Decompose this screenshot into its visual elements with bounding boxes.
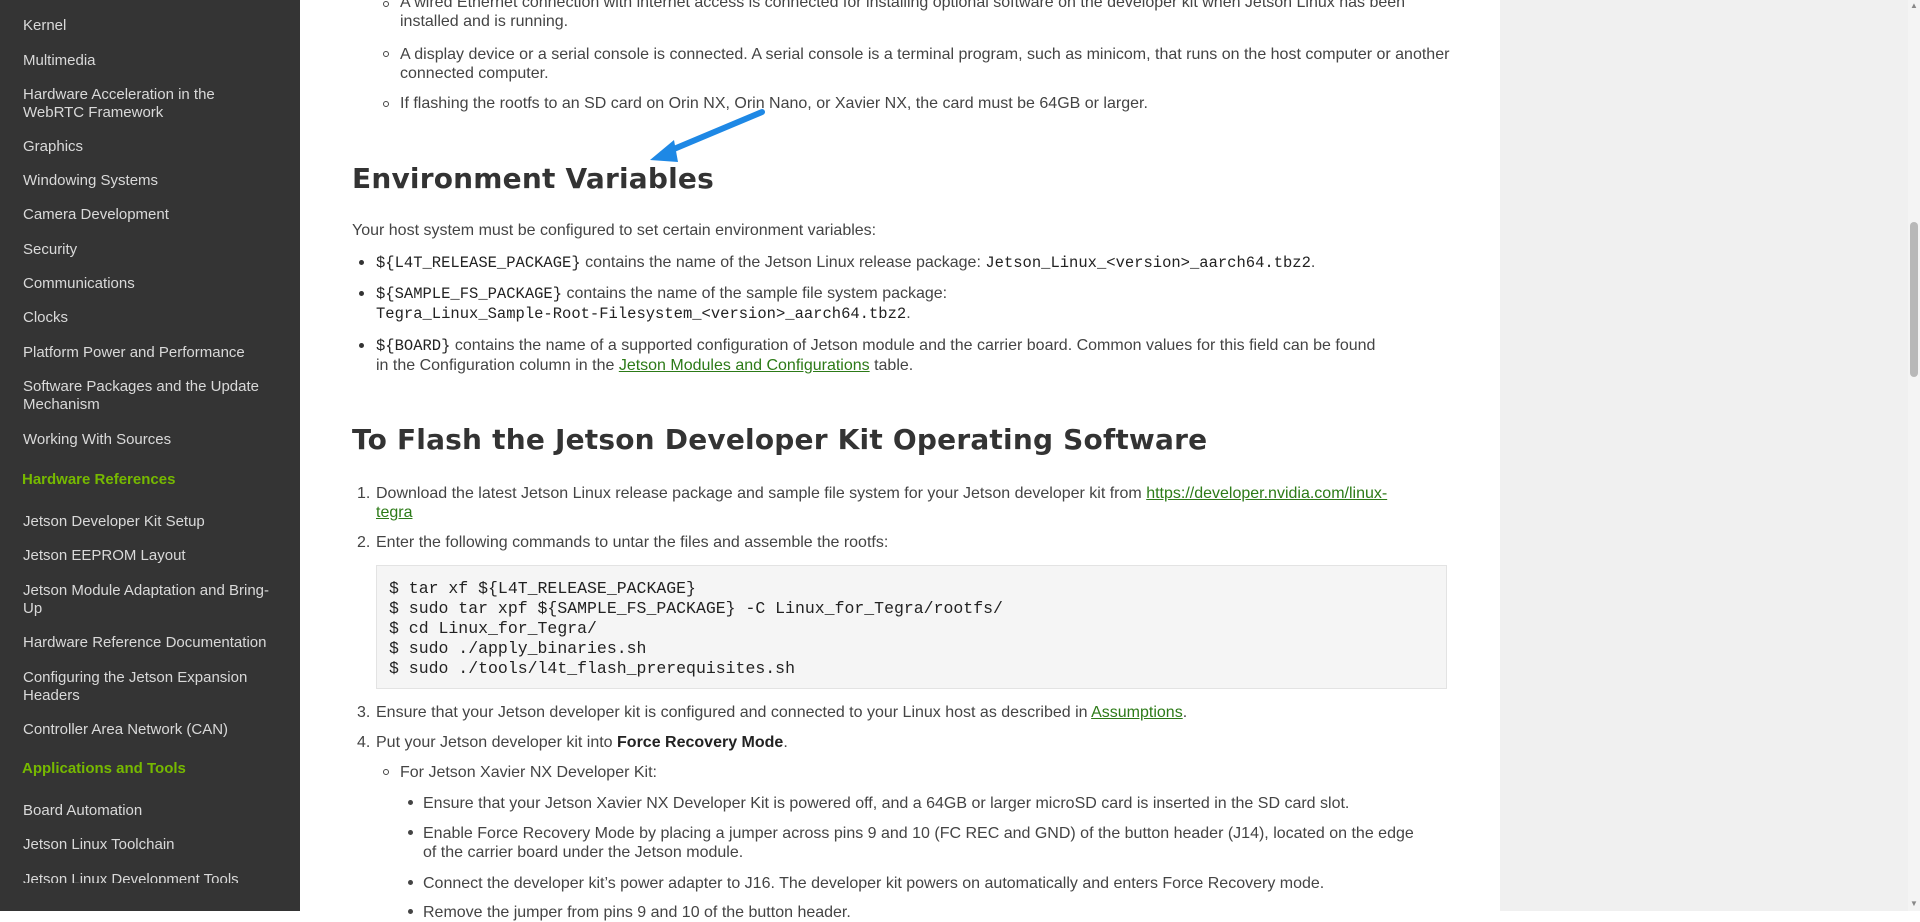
sidebar-item-toolchain[interactable]: Jetson Linux Toolchain	[23, 836, 283, 854]
step-1: Download the latest Jetson Linux release…	[376, 484, 1456, 522]
step-number: 1.	[357, 485, 371, 502]
sidebar-nav: Kernel Multimedia Hardware Acceleration …	[0, 0, 300, 911]
code-line: $ sudo ./tools/l4t_flash_prerequisites.s…	[389, 659, 795, 678]
sidebar-item-graphics[interactable]: Graphics	[23, 138, 283, 156]
bullet-marker	[359, 343, 364, 348]
section-heading-flash: To Flash the Jetson Developer Kit Operat…	[352, 423, 1208, 456]
sidebar-item-expansion-headers[interactable]: Configuring the Jetson Expansion Headers	[23, 669, 273, 705]
sidebar-item-sources[interactable]: Working With Sources	[23, 431, 283, 449]
list-item: ${L4T_RELEASE_PACKAGE} contains the name…	[376, 253, 1315, 273]
list-item: A display device or a serial console is …	[400, 46, 1450, 82]
sidebar-item-dev-tools[interactable]: Jetson Linux Development Tools	[23, 871, 283, 883]
sidebar-heading-hardware[interactable]: Hardware References	[22, 471, 282, 489]
env-var-value: Tegra_Linux_Sample-Root-Filesystem_<vers…	[376, 305, 907, 323]
bullet-marker	[383, 1, 389, 7]
page-scrollbar[interactable]: ▲ ▼	[1908, 0, 1920, 911]
bullet-marker	[408, 830, 413, 835]
scroll-thumb[interactable]	[1910, 222, 1918, 377]
bullet-marker	[408, 800, 413, 805]
bullet-marker	[383, 51, 389, 57]
bullet-marker	[359, 260, 364, 265]
list-item: Enable Force Recovery Mode by placing a …	[423, 825, 1414, 842]
step-text: Download the latest Jetson Linux release…	[376, 485, 1147, 502]
sidebar-heading-applications[interactable]: Applications and Tools	[22, 760, 282, 778]
step-4: Put your Jetson developer kit into Force…	[376, 733, 788, 752]
code-line: $ sudo tar xpf ${SAMPLE_FS_PACKAGE} -C L…	[389, 599, 1003, 618]
punct: table.	[869, 357, 914, 374]
env-var-value: Jetson_Linux_<version>_aarch64.tbz2	[985, 254, 1311, 272]
bullet-marker	[408, 909, 413, 914]
list-item: Remove the jumper from pins 9 and 10 of …	[423, 904, 851, 921]
bullet-marker	[408, 880, 413, 885]
punct: .	[906, 305, 911, 322]
sidebar-item-camera[interactable]: Camera Development	[23, 206, 283, 224]
step-3: Ensure that your Jetson developer kit is…	[376, 703, 1187, 722]
code-line: $ tar xf ${L4T_RELEASE_PACKAGE}	[389, 579, 696, 598]
sidebar-item-module-adaptation[interactable]: Jetson Module Adaptation and Bring-Up	[23, 582, 288, 618]
assumptions-link[interactable]: Assumptions	[1091, 704, 1183, 721]
sidebar-item-software-packages[interactable]: Software Packages and the Update Mechani…	[23, 378, 273, 414]
step-number: 2.	[357, 534, 371, 551]
sidebar-item-eeprom[interactable]: Jetson EEPROM Layout	[23, 547, 283, 565]
list-item: Ensure that your Jetson Xavier NX Develo…	[423, 795, 1350, 812]
scroll-down-icon[interactable]: ▼	[1910, 900, 1918, 908]
sidebar-item-windowing[interactable]: Windowing Systems	[23, 172, 283, 190]
step-text: Put your Jetson developer kit into	[376, 734, 618, 751]
env-var-code: ${BOARD}	[376, 337, 451, 355]
punct: .	[1182, 704, 1188, 721]
sidebar-item-communications[interactable]: Communications	[23, 275, 283, 293]
env-var-desc: contains the name of the sample file sys…	[562, 285, 948, 302]
sidebar-item-kernel[interactable]: Kernel	[23, 17, 283, 35]
sidebar-item-devkit-setup[interactable]: Jetson Developer Kit Setup	[23, 513, 283, 531]
code-line: $ cd Linux_for_Tegra/	[389, 619, 597, 638]
sidebar-item-multimedia[interactable]: Multimedia	[23, 52, 283, 70]
code-line: $ sudo ./apply_binaries.sh	[389, 639, 647, 658]
sidebar-item-board-automation[interactable]: Board Automation	[23, 802, 283, 820]
env-var-desc: contains the name of a supported configu…	[450, 337, 1376, 354]
env-var-desc: in the Configuration column in the	[376, 357, 619, 374]
main-content: A wired Ethernet connection with interne…	[352, 0, 1452, 921]
list-item: A wired Ethernet connection with interne…	[400, 0, 1406, 30]
list-item: ${SAMPLE_FS_PACKAGE} contains the name o…	[376, 284, 1436, 324]
bullet-marker	[359, 291, 364, 296]
step-2-text: Enter the following commands to untar th…	[376, 534, 889, 551]
env-var-code: ${L4T_RELEASE_PACKAGE}	[376, 254, 581, 272]
bullet-marker	[383, 769, 389, 775]
step-number: 4.	[357, 734, 371, 751]
sidebar-item-hw-reference-docs[interactable]: Hardware Reference Documentation	[23, 634, 283, 652]
env-intro-text: Your host system must be configured to s…	[352, 222, 877, 239]
sidebar-item-webrtc[interactable]: Hardware Acceleration in the WebRTC Fram…	[23, 86, 243, 122]
code-block[interactable]: $ tar xf ${L4T_RELEASE_PACKAGE} $ sudo t…	[376, 565, 1447, 689]
right-margin-pane	[1500, 0, 1908, 911]
list-item: Connect the developer kit’s power adapte…	[423, 875, 1325, 892]
sidebar-item-can[interactable]: Controller Area Network (CAN)	[23, 721, 283, 739]
nvidia-linux-tegra-link[interactable]: https://developer.nvidia.com/linux-	[1146, 485, 1387, 502]
step-text: Ensure that your Jetson developer kit is…	[376, 704, 1092, 721]
jetson-modules-link[interactable]: Jetson Modules and Configurations	[619, 357, 870, 374]
env-var-code: ${SAMPLE_FS_PACKAGE}	[376, 285, 563, 303]
scroll-up-icon[interactable]: ▲	[1910, 2, 1918, 10]
nvidia-linux-tegra-link-cont[interactable]: tegra	[376, 504, 412, 521]
list-item: ${BOARD} contains the name of a supporte…	[376, 336, 1451, 375]
punct: .	[1310, 254, 1316, 271]
force-recovery-mode-text: Force Recovery Mode	[617, 734, 784, 751]
punct: .	[783, 734, 788, 751]
sidebar-item-security[interactable]: Security	[23, 241, 283, 259]
list-item-cont: of the carrier board under the Jetson mo…	[423, 844, 744, 861]
env-var-desc: contains the name of the Jetson Linux re…	[580, 254, 986, 271]
annotation-arrow-icon	[650, 109, 765, 162]
bullet-marker	[383, 101, 389, 107]
list-item: If flashing the rootfs to an SD card on …	[400, 95, 1148, 112]
sub-heading-xavier: For Jetson Xavier NX Developer Kit:	[400, 764, 657, 781]
sidebar-item-clocks[interactable]: Clocks	[23, 309, 283, 327]
step-number: 3.	[357, 704, 371, 721]
sidebar-item-power[interactable]: Platform Power and Performance	[23, 344, 283, 362]
